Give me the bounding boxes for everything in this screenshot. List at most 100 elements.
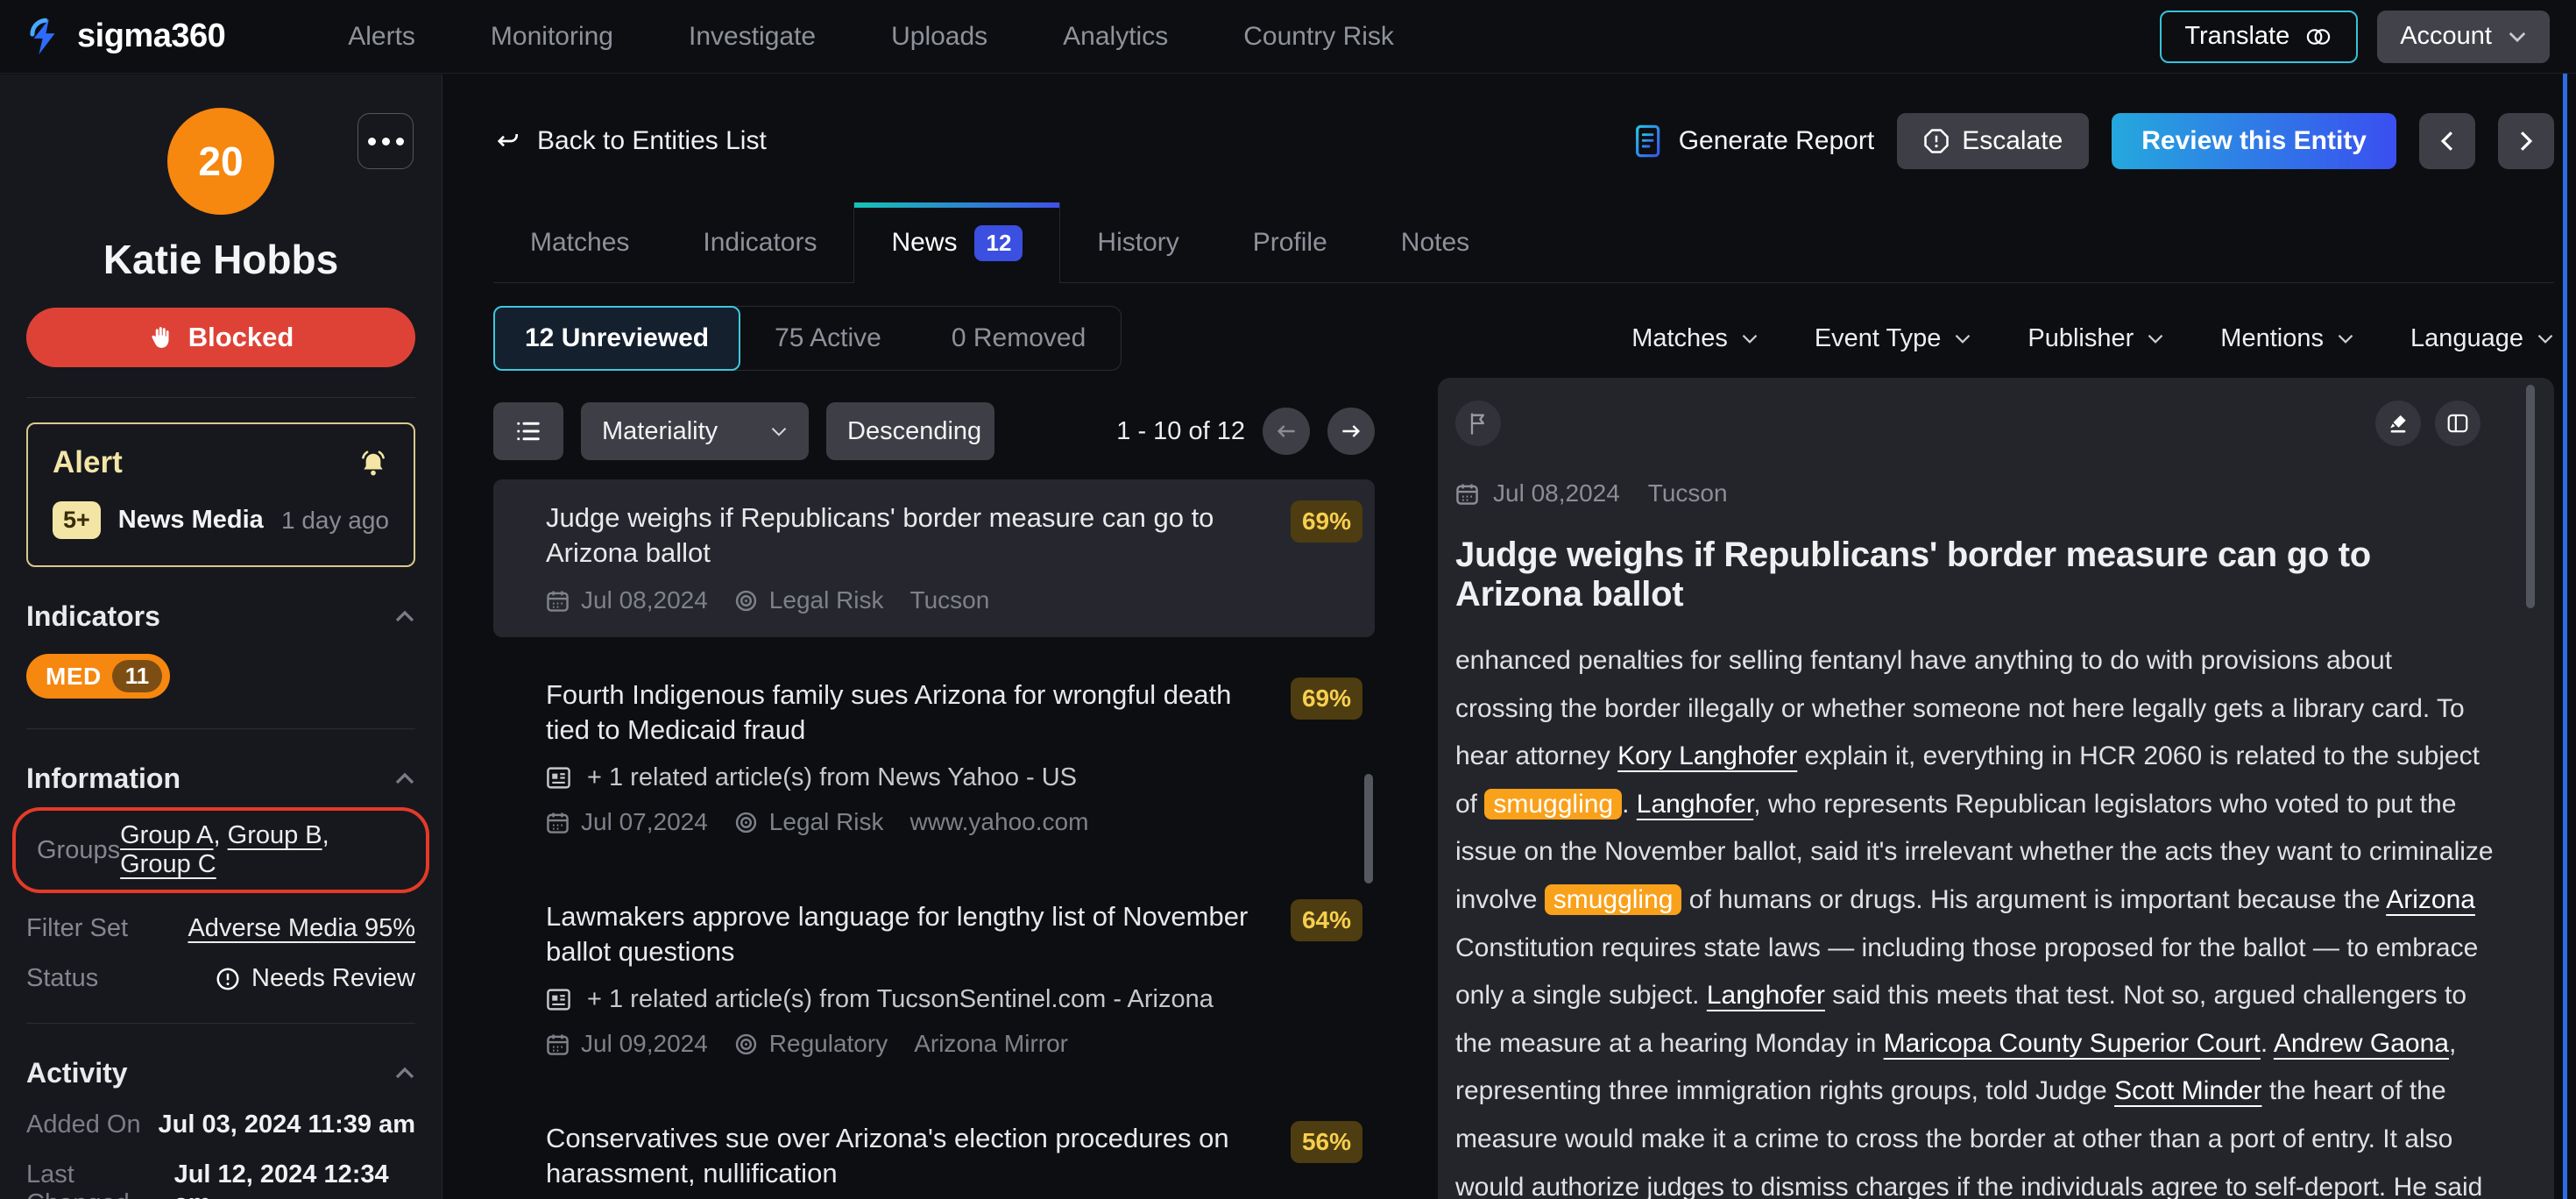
entity-link[interactable]: Langhofer [1707,981,1825,1010]
newspaper-icon [546,988,571,1011]
more-options-button[interactable] [357,113,414,169]
status-label: Status [26,964,98,993]
materiality-score-badge: 69% [1291,500,1362,543]
entity-link[interactable]: Maricopa County Superior Court [1884,1029,2261,1058]
list-view-button[interactable] [493,402,563,460]
entity-link[interactable]: Arizona [2386,885,2475,914]
review-entity-button[interactable]: Review this Entity [2112,113,2396,169]
entity-summary: 20 Katie Hobbs Blocked [26,108,415,367]
chevron-left-icon [2438,130,2457,153]
account-button[interactable]: Account [2377,11,2550,63]
alert-count-badge: 5+ [53,501,101,539]
brand-logo[interactable]: sigma360 [26,17,225,57]
alert-title: Alert [53,445,123,480]
tab-matches[interactable]: Matches [493,202,666,282]
news-list-scrollbar[interactable] [1364,774,1373,883]
escalate-button[interactable]: Escalate [1897,113,2089,169]
article-meta: Jul 08,2024 Tucson [1455,479,2502,507]
information-section-header[interactable]: Information [26,763,415,795]
chevron-down-icon [1741,333,1759,344]
arrow-left-icon [1276,423,1297,439]
sort-field-select[interactable]: Materiality [581,402,809,460]
entity-link[interactable]: Andrew Gaona [2274,1029,2449,1058]
primary-nav: Alerts Monitoring Investigate Uploads An… [348,22,1394,52]
group-link-b[interactable]: Group B [228,821,322,849]
next-entity-button[interactable] [2498,113,2554,169]
event-type-filter-dropdown[interactable]: Event Type [1815,324,1972,353]
filter-set-link[interactable]: Adverse Media 95% [188,914,415,943]
reader-view-button[interactable] [2435,401,2480,446]
sort-direction-select[interactable]: Descending [826,402,994,460]
entity-name: Katie Hobbs [26,236,415,283]
top-nav: sigma360 Alerts Monitoring Investigate U… [0,0,2576,74]
tab-indicators[interactable]: Indicators [666,202,853,282]
publisher-filter-dropdown[interactable]: Publisher [2028,324,2164,353]
news-item-title[interactable]: Judge weighs if Republicans' border meas… [546,500,1264,571]
generate-report-button[interactable]: Generate Report [1635,124,1874,158]
tab-profile[interactable]: Profile [1216,202,1364,282]
filter-set-row: Filter Set Adverse Media 95% [26,914,415,943]
translate-button[interactable]: Translate [2160,11,2358,63]
nav-item-monitoring[interactable]: Monitoring [491,22,613,52]
related-articles-label: + 1 related article(s) from News Yahoo -… [587,763,1077,792]
calendar-icon [546,1032,570,1056]
news-item[interactable]: Lawmakers approve language for lengthy l… [493,878,1375,1081]
related-articles-row[interactable]: + 1 related article(s) from TucsonSentin… [546,985,1362,1014]
news-item-meta: Jul 07,2024 Legal Risk www.yahoo.com [546,808,1362,836]
activity-section-header[interactable]: Activity [26,1057,415,1089]
nav-item-country-risk[interactable]: Country Risk [1243,22,1394,52]
status-value: Needs Review [251,964,415,993]
related-articles-label: + 1 related article(s) from TucsonSentin… [587,985,1214,1014]
tab-notes[interactable]: Notes [1364,202,1506,282]
entity-link[interactable]: Kory Langhofer [1617,741,1797,770]
group-link-a[interactable]: Group A [120,821,213,849]
highlight-toggle-button[interactable] [2375,401,2421,446]
nav-item-uploads[interactable]: Uploads [891,22,987,52]
chip-removed[interactable]: 0 Removed [916,307,1121,370]
group-link-c[interactable]: Group C [120,850,216,878]
nav-item-analytics[interactable]: Analytics [1063,22,1168,52]
chip-active[interactable]: 75 Active [740,307,916,370]
alert-timestamp: 1 day ago [281,507,389,535]
alert-card[interactable]: Alert 5+ News Media 1 day ago [26,422,415,567]
chevron-right-icon [2516,130,2536,153]
sort-direction-value: Descending [847,417,981,446]
news-item-title[interactable]: Lawmakers approve language for lengthy l… [546,899,1264,969]
flag-article-button[interactable] [1455,401,1501,446]
news-item[interactable]: Fourth Indigenous family sues Arizona fo… [493,656,1375,859]
tab-history[interactable]: History [1060,202,1215,282]
entity-detail-main: Back to Entities List Generate Report [443,74,2576,1199]
related-articles-row[interactable]: + 1 related article(s) from News Yahoo -… [546,763,1362,792]
divider [26,1023,415,1024]
article-headline: Judge weighs if Republicans' border meas… [1455,536,2502,614]
matches-filter-dropdown[interactable]: Matches [1631,324,1759,353]
tab-news[interactable]: News 12 [853,202,1060,283]
article-scrollbar[interactable] [2526,385,2535,608]
news-item[interactable]: Judge weighs if Republicans' border meas… [493,479,1375,637]
report-document-icon [1635,124,1663,158]
back-to-entities-link[interactable]: Back to Entities List [493,126,767,156]
nav-item-investigate[interactable]: Investigate [689,22,816,52]
news-item[interactable]: Conservatives sue over Arizona's electio… [493,1100,1375,1199]
activity-label: Last Changed [26,1160,174,1199]
chip-unreviewed[interactable]: 12 Unreviewed [493,306,740,371]
entity-link[interactable]: Langhofer [1637,790,1753,819]
article-toolbar [1455,401,2502,446]
blocked-status-button[interactable]: Blocked [26,308,415,367]
news-item-title[interactable]: Conservatives sue over Arizona's electio… [546,1121,1264,1191]
previous-entity-button[interactable] [2419,113,2475,169]
flag-icon [1468,411,1489,436]
news-item-title[interactable]: Fourth Indigenous family sues Arizona fo… [546,678,1264,748]
brand-name: sigma360 [77,18,225,55]
nav-item-alerts[interactable]: Alerts [348,22,415,52]
window-scrollbar-accent[interactable] [2563,74,2567,1199]
page-next-button[interactable] [1327,408,1375,455]
indicators-section-header[interactable]: Indicators [26,600,415,633]
translate-toggle-icon [2304,27,2333,46]
indicator-med-pill[interactable]: MED 11 [26,654,170,699]
page-previous-button[interactable] [1263,408,1310,455]
language-filter-dropdown[interactable]: Language [2410,324,2554,353]
article-location: Tucson [1648,479,1728,507]
entity-link[interactable]: Scott Minder [2114,1076,2261,1105]
mentions-filter-dropdown[interactable]: Mentions [2220,324,2354,353]
